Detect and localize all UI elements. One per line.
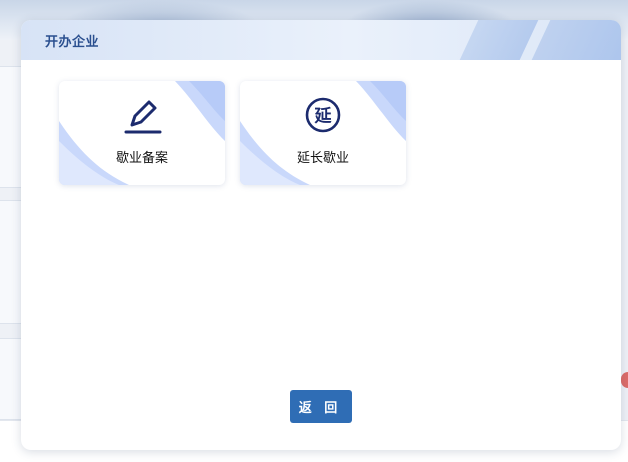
pen-edit-icon — [124, 100, 162, 134]
svg-text:延: 延 — [314, 106, 333, 127]
card-suspension-filing[interactable]: 歇业备案 — [59, 81, 225, 185]
header-decoration — [459, 20, 539, 60]
service-card-list: 歇业备案 延 延长歇业 — [59, 81, 406, 185]
card-label: 延长歇业 — [296, 151, 349, 166]
open-business-dialog: 开办企业 歇业备案 延 延长歇业 返 回 — [21, 20, 621, 450]
card-extend-suspension[interactable]: 延 延长歇业 — [240, 81, 406, 185]
background-panel — [0, 66, 22, 188]
card-label: 歇业备案 — [115, 151, 168, 166]
background-panel — [0, 200, 22, 324]
back-button[interactable]: 返 回 — [290, 390, 352, 423]
background-badge — [621, 372, 628, 388]
yan-circle-icon: 延 — [305, 97, 341, 133]
dialog-title: 开办企业 — [45, 35, 100, 50]
background-panel — [0, 338, 22, 420]
header-decoration — [531, 20, 621, 60]
dialog-header: 开办企业 — [21, 20, 621, 60]
